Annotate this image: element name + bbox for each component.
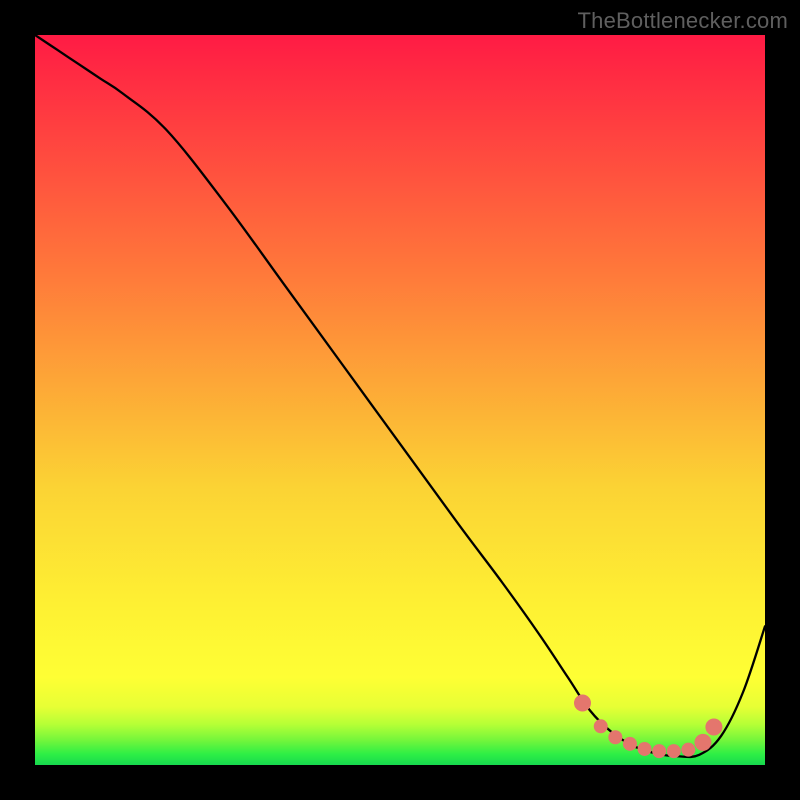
optimal-marker	[594, 720, 607, 733]
plot-area	[35, 35, 765, 765]
optimal-marker	[653, 745, 666, 758]
optimal-marker	[682, 743, 695, 756]
optimal-marker	[609, 731, 622, 744]
optimal-marker	[667, 745, 680, 758]
plot-svg	[35, 35, 765, 765]
optimal-marker	[623, 737, 636, 750]
optimal-marker	[695, 734, 711, 750]
optimal-marker	[638, 742, 651, 755]
watermark-text: TheBottlenecker.com	[578, 8, 788, 34]
optimal-marker	[706, 719, 722, 735]
gradient-background	[35, 35, 765, 765]
chart-frame: TheBottlenecker.com	[0, 0, 800, 800]
optimal-marker	[575, 695, 591, 711]
